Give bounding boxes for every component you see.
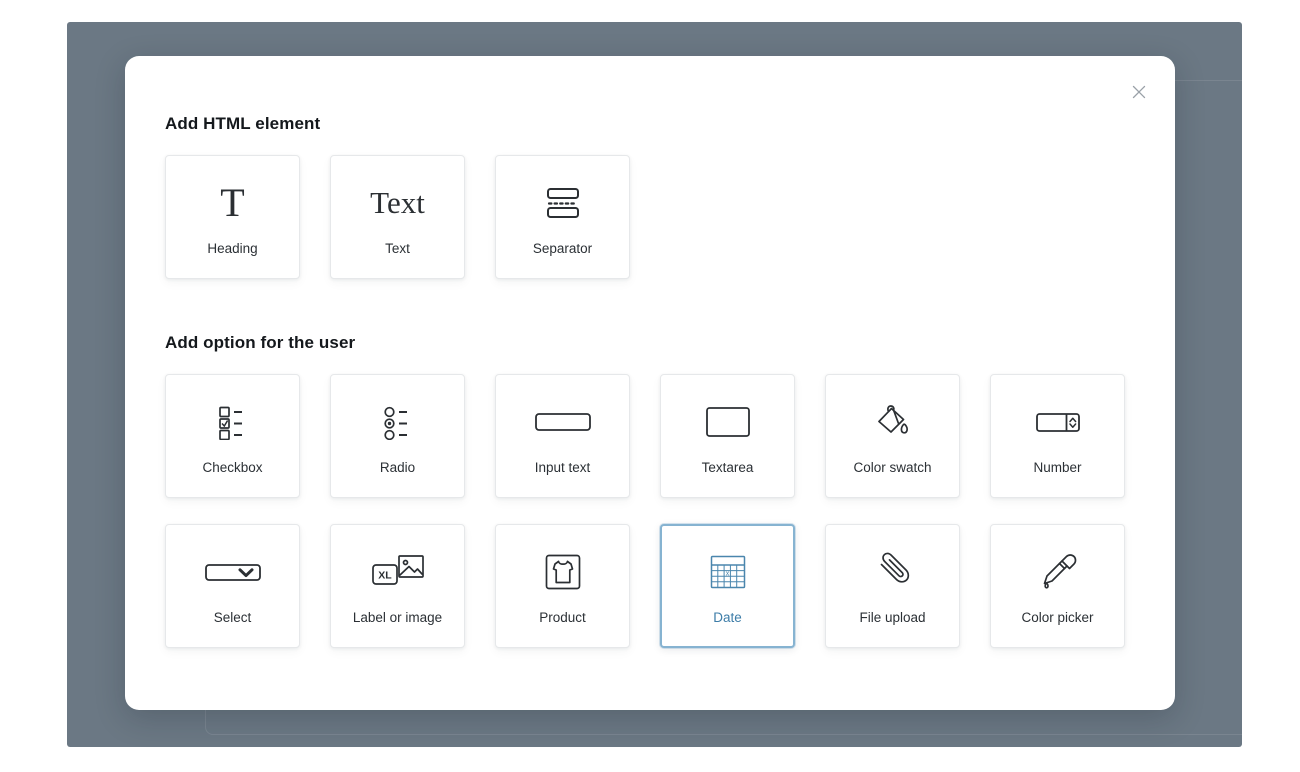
eyedropper-icon — [1038, 546, 1078, 598]
radio-list-icon — [381, 396, 415, 448]
paint-bucket-icon — [873, 396, 913, 448]
element-card-label: Text — [385, 240, 410, 256]
element-card-label: Heading — [207, 240, 258, 256]
add-element-dialog: Add HTML element T Heading Text Text Sep… — [125, 56, 1175, 710]
option-card-label: Label or image — [352, 609, 443, 625]
option-card-textarea[interactable]: Textarea — [660, 374, 795, 498]
heading-glyph: T — [220, 179, 245, 225]
section-title: Add HTML element — [165, 114, 321, 133]
option-card-select[interactable]: Select — [165, 524, 300, 648]
option-card-date[interactable]: x Date — [660, 524, 795, 648]
close-icon[interactable] — [1121, 74, 1157, 110]
tshirt-icon — [544, 546, 582, 598]
checkbox-list-icon — [216, 396, 250, 448]
option-card-label: Date — [713, 609, 742, 625]
label-image-icon: XL — [371, 546, 425, 598]
option-card-number[interactable]: Number — [990, 374, 1125, 498]
section-title: Add option for the user — [165, 333, 356, 352]
textarea-icon — [705, 396, 751, 448]
screen: Add HTML element T Heading Text Text Sep… — [0, 0, 1300, 772]
option-card-color-swatch[interactable]: Color swatch — [825, 374, 960, 498]
option-card-label: Checkbox — [202, 459, 263, 475]
element-card-text[interactable]: Text Text — [330, 155, 465, 279]
calendar-icon: x — [708, 546, 748, 598]
option-card-label: Color picker — [1021, 609, 1094, 625]
heading-T-icon: T — [220, 177, 244, 229]
option-card-label: Radio — [379, 459, 416, 475]
svg-text:XL: XL — [378, 569, 392, 581]
section-user-options: Add option for the user Checkbox Radio I… — [125, 333, 1175, 648]
input-text-icon — [534, 396, 592, 448]
html-element-card-grid: T Heading Text Text Separator — [165, 155, 1135, 279]
text-serif-icon: Text — [370, 177, 425, 229]
option-card-label: Number — [1033, 459, 1082, 475]
section-html-elements: Add HTML element T Heading Text Text Sep… — [125, 114, 1175, 279]
option-card-label: Select — [213, 609, 252, 625]
option-card-radio[interactable]: Radio — [330, 374, 465, 498]
option-card-color-picker[interactable]: Color picker — [990, 524, 1125, 648]
option-card-label: Input text — [534, 459, 591, 475]
element-card-label: Separator — [532, 240, 593, 256]
user-option-card-grid: Checkbox Radio Input text Textarea Color… — [165, 374, 1135, 648]
option-card-file-upload[interactable]: File upload — [825, 524, 960, 648]
option-card-label: Color swatch — [853, 459, 932, 475]
option-card-checkbox[interactable]: Checkbox — [165, 374, 300, 498]
separator-icon — [544, 177, 582, 229]
option-card-input-text[interactable]: Input text — [495, 374, 630, 498]
element-card-separator[interactable]: Separator — [495, 155, 630, 279]
option-card-label: File upload — [859, 609, 926, 625]
select-dropdown-icon — [204, 546, 262, 598]
paperclip-icon — [872, 546, 914, 598]
option-card-label: Product — [539, 609, 586, 625]
element-card-heading[interactable]: T Heading — [165, 155, 300, 279]
option-card-label: Textarea — [701, 459, 754, 475]
option-card-label-or-image[interactable]: XL Label or image — [330, 524, 465, 648]
text-glyph: Text — [370, 185, 425, 221]
number-stepper-icon — [1035, 396, 1081, 448]
svg-text:x: x — [725, 570, 729, 577]
option-card-product[interactable]: Product — [495, 524, 630, 648]
